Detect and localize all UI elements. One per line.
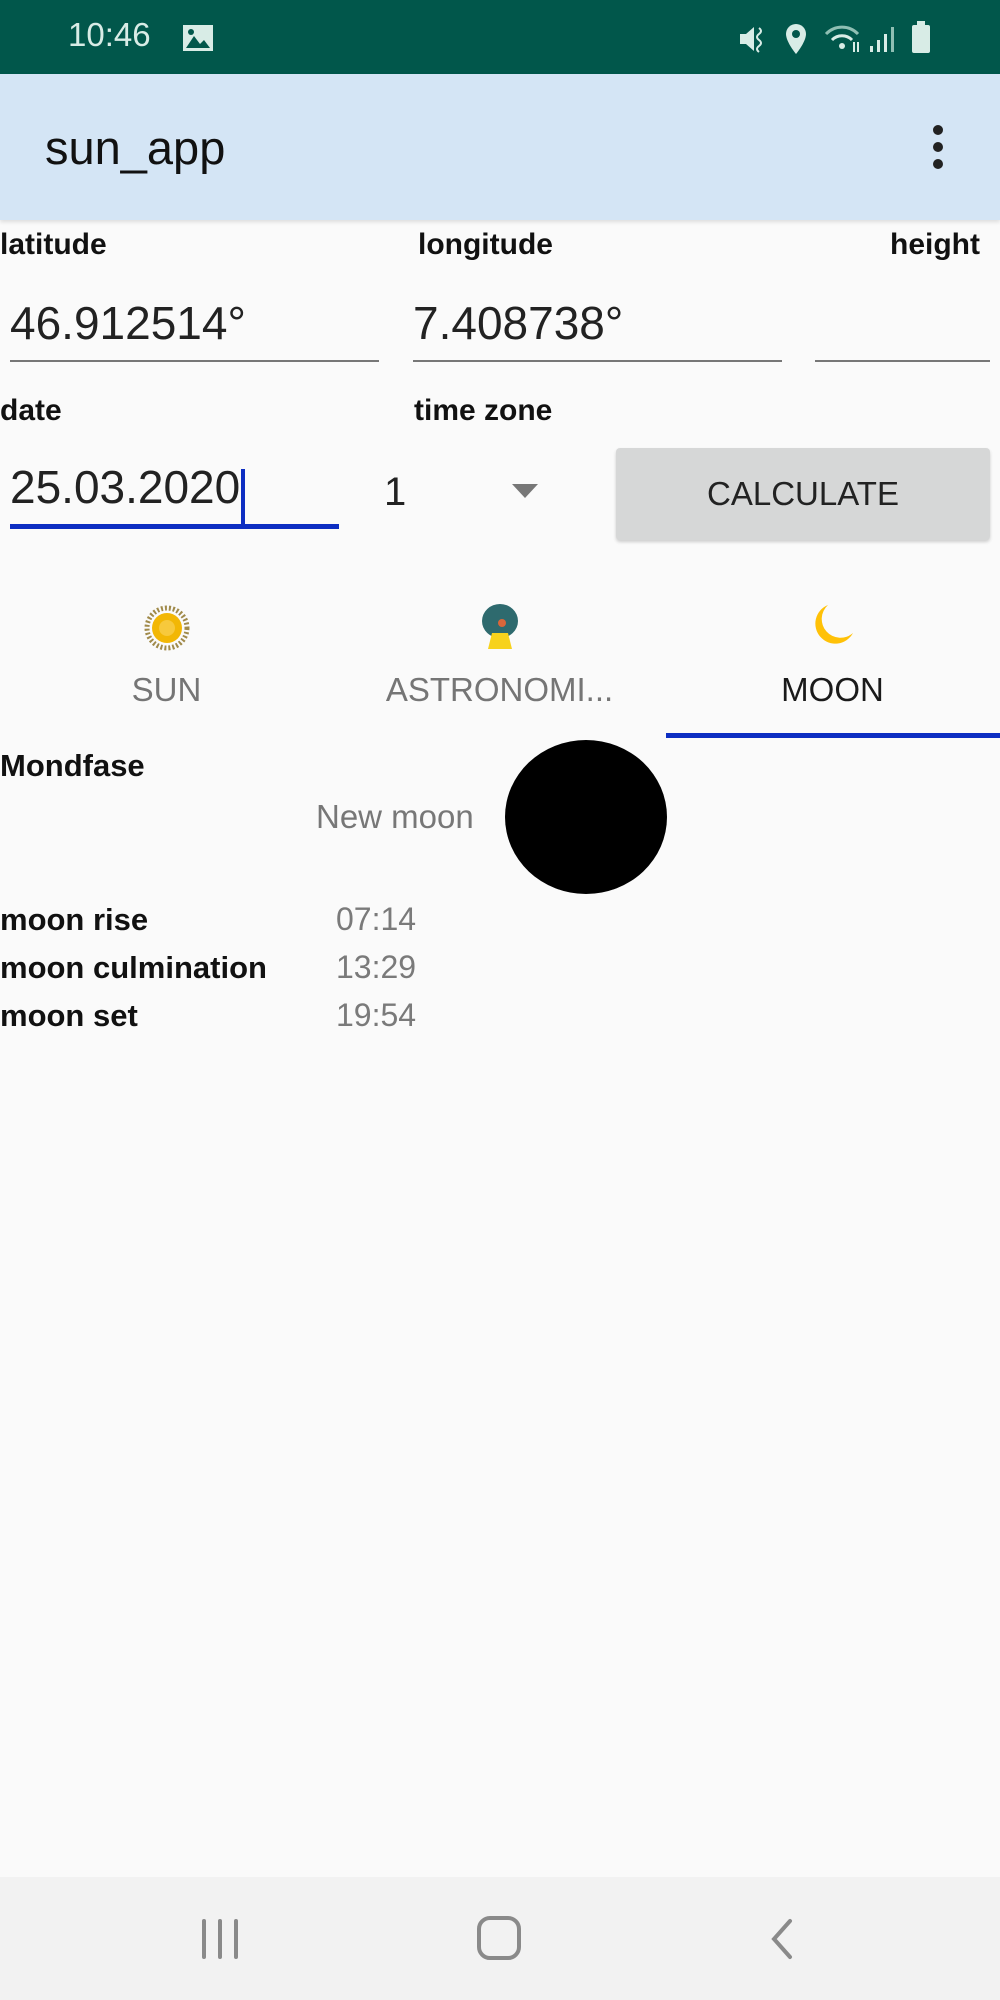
back-icon[interactable] <box>764 1917 798 1961</box>
timezone-value: 1 <box>384 470 407 514</box>
status-bar: 10:46 <box>0 0 1000 74</box>
battery-icon <box>912 21 930 53</box>
calculate-button[interactable]: CALCULATE <box>616 448 990 540</box>
home-icon[interactable] <box>474 1915 524 1961</box>
moon-phase-value: New moon <box>316 798 474 835</box>
longitude-input[interactable]: 7.408738° <box>413 296 783 362</box>
tab-indicator <box>666 733 1000 738</box>
latitude-underline <box>10 360 379 362</box>
timezone-spinner[interactable]: 1 <box>380 458 560 528</box>
app-bar: sun_app <box>0 74 1000 220</box>
longitude-value: 7.408738° <box>413 297 624 349</box>
latitude-input[interactable]: 46.912514° <box>10 296 380 362</box>
latitude-label: latitude <box>0 228 107 261</box>
location-icon <box>786 24 806 54</box>
status-time: 10:46 <box>68 16 151 53</box>
height-underline <box>815 360 990 362</box>
moon-set-label: moon set <box>0 998 138 1033</box>
moon-rise-label: moon rise <box>0 902 149 937</box>
moon-culmination-value: 13:29 <box>336 949 417 985</box>
signal-icon <box>870 27 894 52</box>
timezone-label: time zone <box>414 394 553 427</box>
height-label: height <box>890 228 980 261</box>
date-input[interactable]: 25.03.2020 <box>10 460 340 529</box>
dropdown-arrow-icon <box>512 484 538 498</box>
wifi-icon <box>824 25 860 52</box>
recent-apps-icon[interactable] <box>198 1917 244 1961</box>
moon-set-value: 19:54 <box>336 997 417 1033</box>
tab-sun[interactable]: SUN <box>0 585 333 740</box>
tab-astronomical-label: ASTRONOMI... <box>385 671 614 708</box>
moon-icon <box>815 605 853 644</box>
tab-moon-label: MOON <box>781 671 884 708</box>
moon-phase-label: Mondfase <box>0 748 145 783</box>
text-cursor <box>241 468 246 529</box>
astronomical-icon <box>482 604 518 649</box>
tab-sun-label: SUN <box>131 671 202 708</box>
tab-moon[interactable]: MOON <box>666 585 1000 740</box>
mute-vibrate-icon <box>740 27 762 53</box>
moon-rise-value: 07:14 <box>336 901 417 937</box>
navigation-bar <box>0 1877 1000 2000</box>
app-title: sun_app <box>45 121 226 174</box>
gallery-icon <box>183 25 213 51</box>
sun-icon <box>144 605 190 651</box>
height-input[interactable] <box>815 296 990 362</box>
longitude-label: longitude <box>418 228 553 261</box>
more-vert-icon[interactable] <box>928 124 948 170</box>
longitude-underline <box>413 360 782 362</box>
moon-phase-image <box>505 740 667 894</box>
moon-culmination-label: moon culmination <box>0 950 267 985</box>
date-label: date <box>0 394 62 427</box>
latitude-value: 46.912514° <box>10 297 246 349</box>
date-value: 25.03.2020 <box>10 461 241 513</box>
tab-astronomical[interactable]: ASTRONOMI... <box>333 585 666 740</box>
date-underline-focused <box>10 524 339 529</box>
calculate-button-label: CALCULATE <box>707 475 899 512</box>
